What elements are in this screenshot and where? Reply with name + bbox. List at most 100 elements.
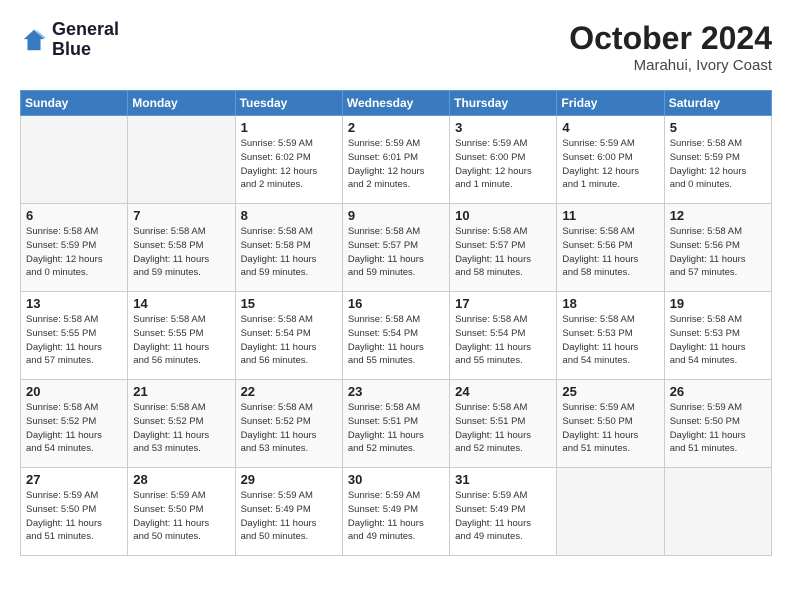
calendar-cell: 21 Sunrise: 5:58 AM Sunset: 5:52 PM Dayli… xyxy=(128,380,235,468)
day-number: 11 xyxy=(562,208,658,223)
calendar-cell xyxy=(128,116,235,204)
day-number: 26 xyxy=(670,384,766,399)
day-detail: Sunrise: 5:58 AM Sunset: 5:54 PM Dayligh… xyxy=(241,313,337,368)
day-number: 22 xyxy=(241,384,337,399)
day-detail: Sunrise: 5:58 AM Sunset: 5:52 PM Dayligh… xyxy=(133,401,229,456)
day-detail: Sunrise: 5:58 AM Sunset: 5:51 PM Dayligh… xyxy=(455,401,551,456)
calendar-cell: 26 Sunrise: 5:59 AM Sunset: 5:50 PM Dayli… xyxy=(664,380,771,468)
calendar-cell: 8Sunrise: 5:58 AM Sunset: 5:58 PM Daylig… xyxy=(235,204,342,292)
calendar-cell: 5 Sunrise: 5:58 AM Sunset: 5:59 PM Daylig… xyxy=(664,116,771,204)
day-detail: Sunrise: 5:58 AM Sunset: 5:56 PM Dayligh… xyxy=(562,225,658,280)
day-number: 21 xyxy=(133,384,229,399)
day-detail: Sunrise: 5:59 AM Sunset: 5:50 PM Dayligh… xyxy=(670,401,766,456)
day-number: 17 xyxy=(455,296,551,311)
day-number: 30 xyxy=(348,472,444,487)
calendar-cell: 15 Sunrise: 5:58 AM Sunset: 5:54 PM Dayli… xyxy=(235,292,342,380)
calendar-cell xyxy=(557,468,664,556)
day-detail: Sunrise: 5:58 AM Sunset: 5:52 PM Dayligh… xyxy=(26,401,122,456)
day-number: 10 xyxy=(455,208,551,223)
day-detail: Sunrise: 5:58 AM Sunset: 5:52 PM Dayligh… xyxy=(241,401,337,456)
calendar-cell: 13 Sunrise: 5:58 AM Sunset: 5:55 PM Dayli… xyxy=(21,292,128,380)
day-detail: Sunrise: 5:58 AM Sunset: 5:54 PM Dayligh… xyxy=(348,313,444,368)
day-number: 29 xyxy=(241,472,337,487)
page-header: General Blue October 2024 Marahui, Ivory… xyxy=(20,20,772,74)
day-detail: Sunrise: 5:58 AM Sunset: 5:57 PM Dayligh… xyxy=(348,225,444,280)
calendar-cell: 27Sunrise: 5:59 AM Sunset: 5:50 PM Dayli… xyxy=(21,468,128,556)
day-detail: Sunrise: 5:59 AM Sunset: 5:50 PM Dayligh… xyxy=(133,489,229,544)
day-number: 3 xyxy=(455,120,551,135)
calendar-cell: 10 Sunrise: 5:58 AM Sunset: 5:57 PM Dayli… xyxy=(450,204,557,292)
calendar-cell: 28 Sunrise: 5:59 AM Sunset: 5:50 PM Dayli… xyxy=(128,468,235,556)
calendar-cell: 12 Sunrise: 5:58 AM Sunset: 5:56 PM Dayli… xyxy=(664,204,771,292)
day-detail: Sunrise: 5:59 AM Sunset: 5:49 PM Dayligh… xyxy=(455,489,551,544)
day-number: 4 xyxy=(562,120,658,135)
day-detail: Sunrise: 5:59 AM Sunset: 5:49 PM Dayligh… xyxy=(241,489,337,544)
calendar-cell: 19 Sunrise: 5:58 AM Sunset: 5:53 PM Dayli… xyxy=(664,292,771,380)
calendar-cell: 16 Sunrise: 5:58 AM Sunset: 5:54 PM Dayli… xyxy=(342,292,449,380)
logo-text: General Blue xyxy=(52,20,119,60)
day-detail: Sunrise: 5:58 AM Sunset: 5:54 PM Dayligh… xyxy=(455,313,551,368)
calendar-cell: 6Sunrise: 5:58 AM Sunset: 5:59 PM Daylig… xyxy=(21,204,128,292)
day-number: 1 xyxy=(241,120,337,135)
day-number: 28 xyxy=(133,472,229,487)
weekday-header: Friday xyxy=(557,91,664,116)
day-detail: Sunrise: 5:58 AM Sunset: 5:55 PM Dayligh… xyxy=(133,313,229,368)
calendar-cell xyxy=(664,468,771,556)
day-detail: Sunrise: 5:59 AM Sunset: 5:49 PM Dayligh… xyxy=(348,489,444,544)
day-number: 12 xyxy=(670,208,766,223)
calendar-cell: 9 Sunrise: 5:58 AM Sunset: 5:57 PM Daylig… xyxy=(342,204,449,292)
calendar-cell: 14 Sunrise: 5:58 AM Sunset: 5:55 PM Dayli… xyxy=(128,292,235,380)
day-number: 24 xyxy=(455,384,551,399)
calendar-cell: 29 Sunrise: 5:59 AM Sunset: 5:49 PM Dayli… xyxy=(235,468,342,556)
day-number: 31 xyxy=(455,472,551,487)
calendar-cell: 20 Sunrise: 5:58 AM Sunset: 5:52 PM Dayli… xyxy=(21,380,128,468)
logo: General Blue xyxy=(20,20,119,60)
weekday-header: Wednesday xyxy=(342,91,449,116)
calendar-cell: 18Sunrise: 5:58 AM Sunset: 5:53 PM Dayli… xyxy=(557,292,664,380)
calendar-cell: 31 Sunrise: 5:59 AM Sunset: 5:49 PM Dayli… xyxy=(450,468,557,556)
day-number: 19 xyxy=(670,296,766,311)
calendar-cell: 17 Sunrise: 5:58 AM Sunset: 5:54 PM Dayli… xyxy=(450,292,557,380)
day-number: 9 xyxy=(348,208,444,223)
day-detail: Sunrise: 5:58 AM Sunset: 5:55 PM Dayligh… xyxy=(26,313,122,368)
day-detail: Sunrise: 5:58 AM Sunset: 5:59 PM Dayligh… xyxy=(670,137,766,192)
calendar-cell: 1 Sunrise: 5:59 AM Sunset: 6:02 PM Daylig… xyxy=(235,116,342,204)
day-number: 20 xyxy=(26,384,122,399)
day-number: 25 xyxy=(562,384,658,399)
day-number: 27 xyxy=(26,472,122,487)
logo-icon xyxy=(20,26,48,54)
day-detail: Sunrise: 5:59 AM Sunset: 6:00 PM Dayligh… xyxy=(455,137,551,192)
calendar-cell xyxy=(21,116,128,204)
day-detail: Sunrise: 5:58 AM Sunset: 5:53 PM Dayligh… xyxy=(562,313,658,368)
day-number: 13 xyxy=(26,296,122,311)
day-detail: Sunrise: 5:58 AM Sunset: 5:53 PM Dayligh… xyxy=(670,313,766,368)
day-detail: Sunrise: 5:58 AM Sunset: 5:56 PM Dayligh… xyxy=(670,225,766,280)
day-number: 16 xyxy=(348,296,444,311)
day-number: 5 xyxy=(670,120,766,135)
day-detail: Sunrise: 5:58 AM Sunset: 5:58 PM Dayligh… xyxy=(241,225,337,280)
weekday-header: Tuesday xyxy=(235,91,342,116)
day-detail: Sunrise: 5:59 AM Sunset: 6:02 PM Dayligh… xyxy=(241,137,337,192)
calendar-table: SundayMondayTuesdayWednesdayThursdayFrid… xyxy=(20,90,772,556)
day-number: 15 xyxy=(241,296,337,311)
calendar-cell: 2 Sunrise: 5:59 AM Sunset: 6:01 PM Daylig… xyxy=(342,116,449,204)
day-detail: Sunrise: 5:59 AM Sunset: 6:00 PM Dayligh… xyxy=(562,137,658,192)
day-detail: Sunrise: 5:58 AM Sunset: 5:58 PM Dayligh… xyxy=(133,225,229,280)
calendar-cell: 11 Sunrise: 5:58 AM Sunset: 5:56 PM Dayli… xyxy=(557,204,664,292)
calendar-cell: 30 Sunrise: 5:59 AM Sunset: 5:49 PM Dayli… xyxy=(342,468,449,556)
day-detail: Sunrise: 5:59 AM Sunset: 6:01 PM Dayligh… xyxy=(348,137,444,192)
calendar-cell: 7 Sunrise: 5:58 AM Sunset: 5:58 PM Daylig… xyxy=(128,204,235,292)
day-number: 23 xyxy=(348,384,444,399)
calendar-cell: 24 Sunrise: 5:58 AM Sunset: 5:51 PM Dayli… xyxy=(450,380,557,468)
weekday-header: Saturday xyxy=(664,91,771,116)
day-detail: Sunrise: 5:58 AM Sunset: 5:57 PM Dayligh… xyxy=(455,225,551,280)
weekday-header: Thursday xyxy=(450,91,557,116)
title-block: October 2024 Marahui, Ivory Coast xyxy=(569,20,772,74)
day-number: 14 xyxy=(133,296,229,311)
calendar-cell: 4 Sunrise: 5:59 AM Sunset: 6:00 PM Daylig… xyxy=(557,116,664,204)
day-number: 2 xyxy=(348,120,444,135)
day-detail: Sunrise: 5:59 AM Sunset: 5:50 PM Dayligh… xyxy=(562,401,658,456)
day-number: 7 xyxy=(133,208,229,223)
calendar-cell: 22 Sunrise: 5:58 AM Sunset: 5:52 PM Dayli… xyxy=(235,380,342,468)
day-number: 6 xyxy=(26,208,122,223)
